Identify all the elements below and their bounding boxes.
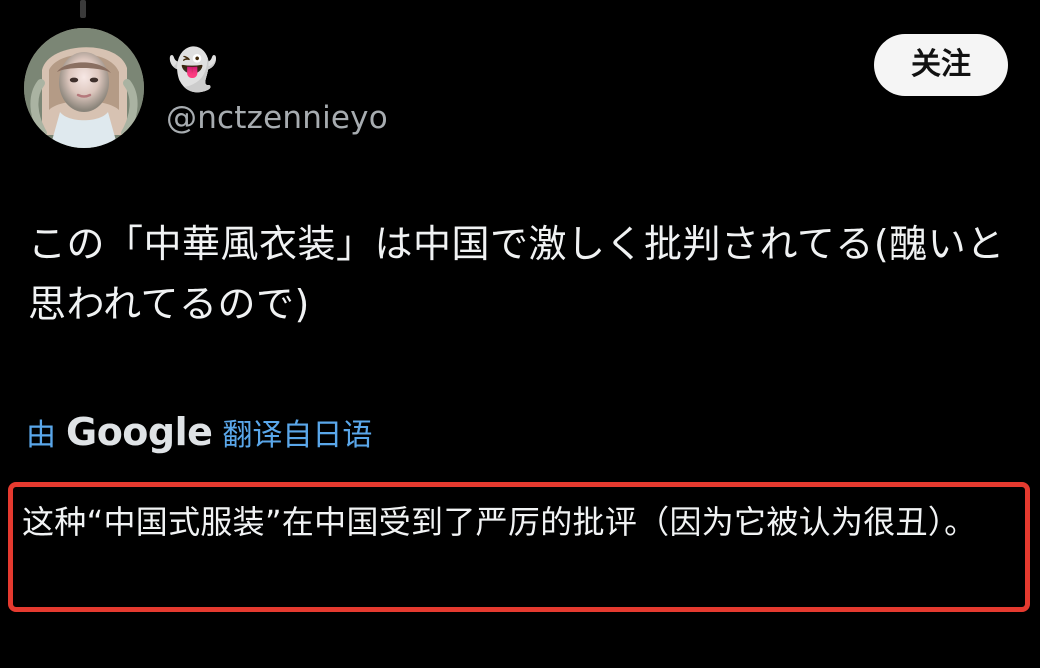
thread-line bbox=[80, 0, 86, 18]
display-name[interactable]: 👻 bbox=[168, 46, 224, 94]
translation-prefix: 由 bbox=[26, 418, 56, 453]
follow-button[interactable]: 关注 bbox=[874, 34, 1008, 96]
tweet-original-text: この「中華風衣装」は中国で激しく批判されてる(醜いと思われてるので) bbox=[28, 222, 1005, 326]
translation-source[interactable]: 由 Google 翻译自日语 bbox=[26, 408, 372, 456]
avatar[interactable] bbox=[24, 28, 144, 148]
translated-tweet-text: 这种“中国式服装”在中国受到了严厉的批评（因为它被认为很丑）。 bbox=[22, 503, 977, 541]
translation-suffix: 翻译自日语 bbox=[222, 418, 373, 453]
user-handle[interactable]: @nctzennieyo bbox=[166, 98, 388, 138]
google-brand-text: Google bbox=[66, 410, 213, 454]
